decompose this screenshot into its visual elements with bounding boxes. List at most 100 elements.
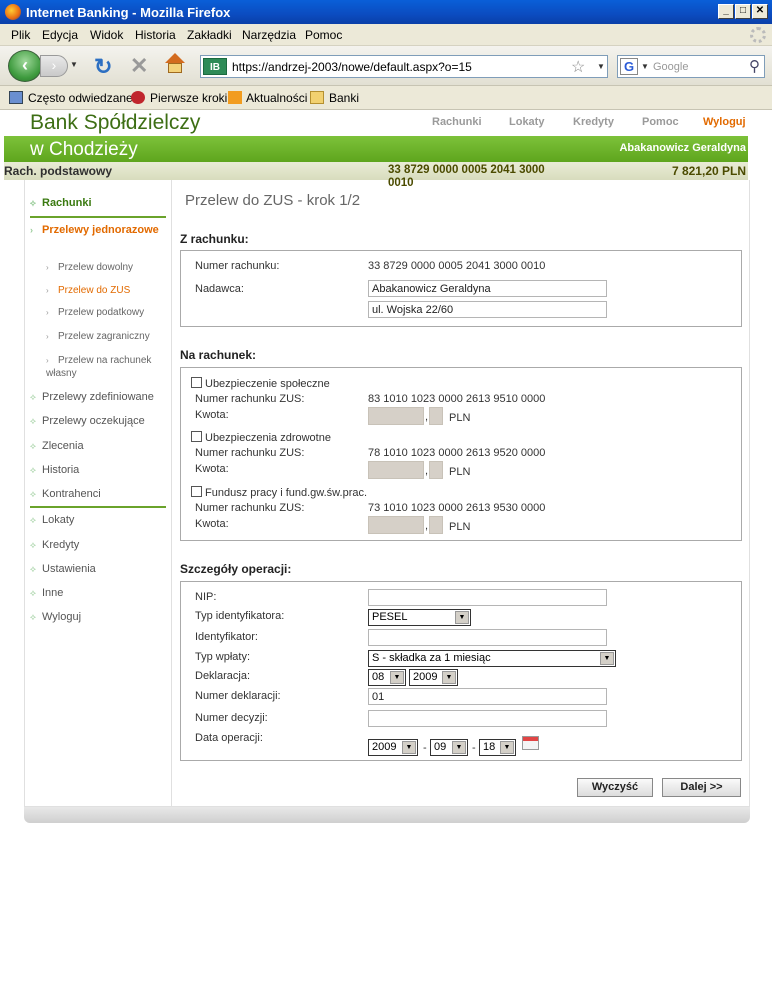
menu-edycja[interactable]: Edycja <box>42 28 78 42</box>
close-button[interactable]: ✕ <box>752 4 768 19</box>
date-separator: - <box>423 742 427 754</box>
payment-type-select[interactable]: S - składka za 1 miesiąc ▼ <box>368 650 616 667</box>
sender-name-field[interactable]: Abakanowicz Geraldyna <box>368 280 607 297</box>
declaration-year-select[interactable]: 2009 ▼ <box>409 669 458 686</box>
stop-icon[interactable]: ✕ <box>130 53 148 79</box>
site-identity-icon[interactable]: IB <box>203 58 227 75</box>
bookmark-czesto-odwiedzane[interactable]: Często odwiedzane <box>28 91 133 105</box>
bookmark-star-icon[interactable]: ☆ <box>571 57 585 77</box>
topnav-lokaty[interactable]: Lokaty <box>509 116 544 128</box>
sidebar-sub-przelew-wlasny[interactable]: › Przelew na rachunek własny <box>46 354 156 380</box>
sidebar-sub-przelew-zagraniczny[interactable]: › Przelew zagraniczny <box>46 331 150 342</box>
currency-label: PLN <box>449 466 471 478</box>
account-number-label: Numer rachunku: <box>195 260 280 272</box>
sidebar-item-rachunki[interactable]: ⟡ Rachunki <box>30 197 92 209</box>
sender-address-field[interactable]: ul. Wojska 22/60 <box>368 301 607 318</box>
account-balance: 7 821,20 PLN <box>671 164 746 178</box>
fundusz-pracy-checkbox[interactable] <box>191 486 202 497</box>
bank-name: Bank Spółdzielczy <box>30 111 201 134</box>
amount-label: Kwota: <box>195 518 229 530</box>
bookmark-pierwsze-kroki[interactable]: Pierwsze kroki <box>150 91 227 105</box>
ubezpieczenia-zdrowotne-label: Ubezpieczenia zdrowotne <box>205 432 331 444</box>
search-bar[interactable]: G ▼ Google ⚲ <box>617 55 765 78</box>
google-icon[interactable]: G <box>620 58 638 75</box>
menu-widok[interactable]: Widok <box>90 28 123 42</box>
amount-whole-field[interactable] <box>368 407 424 425</box>
menu-pomoc[interactable]: Pomoc <box>305 28 342 42</box>
identifier-field[interactable] <box>368 629 607 646</box>
zus-account-value: 83 1010 1023 0000 2613 9510 0000 <box>368 393 546 405</box>
reload-icon[interactable]: ↻ <box>94 54 112 80</box>
menu-zakladki[interactable]: Zakładki <box>187 28 232 42</box>
date-month-select[interactable]: 09 ▼ <box>430 739 468 756</box>
fundusz-pracy-label: Fundusz pracy i fund.gw.św.prac. <box>205 487 368 499</box>
chevron-down-icon: ▼ <box>442 671 456 684</box>
url-bar[interactable]: IB https://andrzej-2003/nowe/default.asp… <box>200 55 608 78</box>
topnav-wyloguj[interactable]: Wyloguj <box>703 116 746 128</box>
id-type-select[interactable]: PESEL ▼ <box>368 609 471 626</box>
amount-comma: , <box>425 520 429 532</box>
getting-started-icon <box>131 91 145 104</box>
most-visited-icon <box>9 91 23 104</box>
ubezpieczenia-zdrowotne-checkbox[interactable] <box>191 431 202 442</box>
date-year-select[interactable]: 2009 ▼ <box>368 739 418 756</box>
amount-fraction-field[interactable] <box>429 516 443 534</box>
minimize-button[interactable]: _ <box>718 4 734 19</box>
chevron-down-icon: ▼ <box>402 741 416 754</box>
bank-location: w Chodzieży <box>30 139 138 160</box>
sidebar-sub-przelew-podatkowy[interactable]: › Przelew podatkowy <box>46 307 144 318</box>
decision-number-field[interactable] <box>368 710 607 727</box>
sidebar-sub-przelew-dowolny[interactable]: › Przelew dowolny <box>46 262 133 273</box>
clear-button[interactable]: Wyczyść <box>577 778 653 797</box>
amount-fraction-field[interactable] <box>429 407 443 425</box>
bookmark-banki[interactable]: Banki <box>329 91 359 105</box>
declaration-month-select[interactable]: 08 ▼ <box>368 669 406 686</box>
nip-field[interactable] <box>368 589 607 606</box>
amount-whole-field[interactable] <box>368 516 424 534</box>
sidebar-sub-przelew-do-zus[interactable]: › Przelew do ZUS <box>46 285 130 296</box>
sidebar-item-lokaty[interactable]: ⟡ Lokaty <box>30 514 74 526</box>
calendar-icon[interactable] <box>522 736 539 750</box>
sidebar-item-kontrahenci[interactable]: ⟡ Kontrahenci <box>30 488 101 500</box>
menu-historia[interactable]: Historia <box>135 28 176 42</box>
menu-narzedzia[interactable]: Narzędzia <box>242 28 296 42</box>
search-engine-dropdown-icon[interactable]: ▼ <box>641 62 649 71</box>
ubezpieczenie-spoleczne-checkbox[interactable] <box>191 377 202 388</box>
sidebar-item-przelewy-zdefiniowane[interactable]: ⟡ Przelewy zdefiniowane <box>30 391 154 403</box>
sidebar-item-wyloguj[interactable]: ⟡ Wyloguj <box>30 611 81 623</box>
amount-whole-field[interactable] <box>368 461 424 479</box>
account-number-value: 33 8729 0000 0005 2041 3000 0010 <box>368 260 546 272</box>
menu-plik[interactable]: Plik <box>11 28 30 42</box>
topnav-pomoc[interactable]: Pomoc <box>642 116 679 128</box>
amount-fraction-field[interactable] <box>429 461 443 479</box>
sidebar-item-ustawienia[interactable]: ⟡ Ustawienia <box>30 563 96 575</box>
sidebar-item-kredyty[interactable]: ⟡ Kredyty <box>30 539 79 551</box>
sidebar-item-inne[interactable]: ⟡ Inne <box>30 587 63 599</box>
date-separator: - <box>472 742 476 754</box>
sidebar-item-zlecenia[interactable]: ⟡ Zlecenia <box>30 440 84 452</box>
zus-account-value: 73 1010 1023 0000 2613 9530 0000 <box>368 502 546 514</box>
bookmark-aktualnosci[interactable]: Aktualności <box>246 91 307 105</box>
chevron-down-icon: ▼ <box>452 741 466 754</box>
section-from-title: Z rachunku: <box>180 232 249 246</box>
bookmarks-toolbar: Często odwiedzane Pierwsze kroki Aktualn… <box>0 86 772 110</box>
sidebar-item-historia[interactable]: ⟡ Historia <box>30 464 79 476</box>
next-button[interactable]: Dalej >> <box>662 778 741 797</box>
sidebar-item-przelewy-jednorazowe[interactable]: › Przelewy jednorazowe <box>30 223 160 238</box>
url-dropdown-icon[interactable]: ▼ <box>597 62 605 71</box>
amount-label: Kwota: <box>195 409 229 421</box>
home-icon[interactable] <box>164 53 186 75</box>
forward-button[interactable]: › <box>40 55 68 77</box>
zus-account-label: Numer rachunku ZUS: <box>195 502 305 514</box>
topnav-rachunki[interactable]: Rachunki <box>432 116 482 128</box>
declaration-number-field[interactable]: 01 <box>368 688 607 705</box>
topnav-kredyty[interactable]: Kredyty <box>573 116 614 128</box>
sidebar-item-przelewy-oczekujace[interactable]: ⟡ Przelewy oczekujące <box>30 415 145 427</box>
maximize-button[interactable]: □ <box>735 4 751 19</box>
back-button[interactable]: ‹ <box>8 50 42 82</box>
search-icon[interactable]: ⚲ <box>749 57 760 75</box>
history-dropdown-icon[interactable]: ▼ <box>70 60 78 69</box>
date-day-select[interactable]: 18 ▼ <box>479 739 516 756</box>
search-input[interactable]: Google <box>653 61 688 73</box>
url-text[interactable]: https://andrzej-2003/nowe/default.aspx?o… <box>232 60 472 74</box>
